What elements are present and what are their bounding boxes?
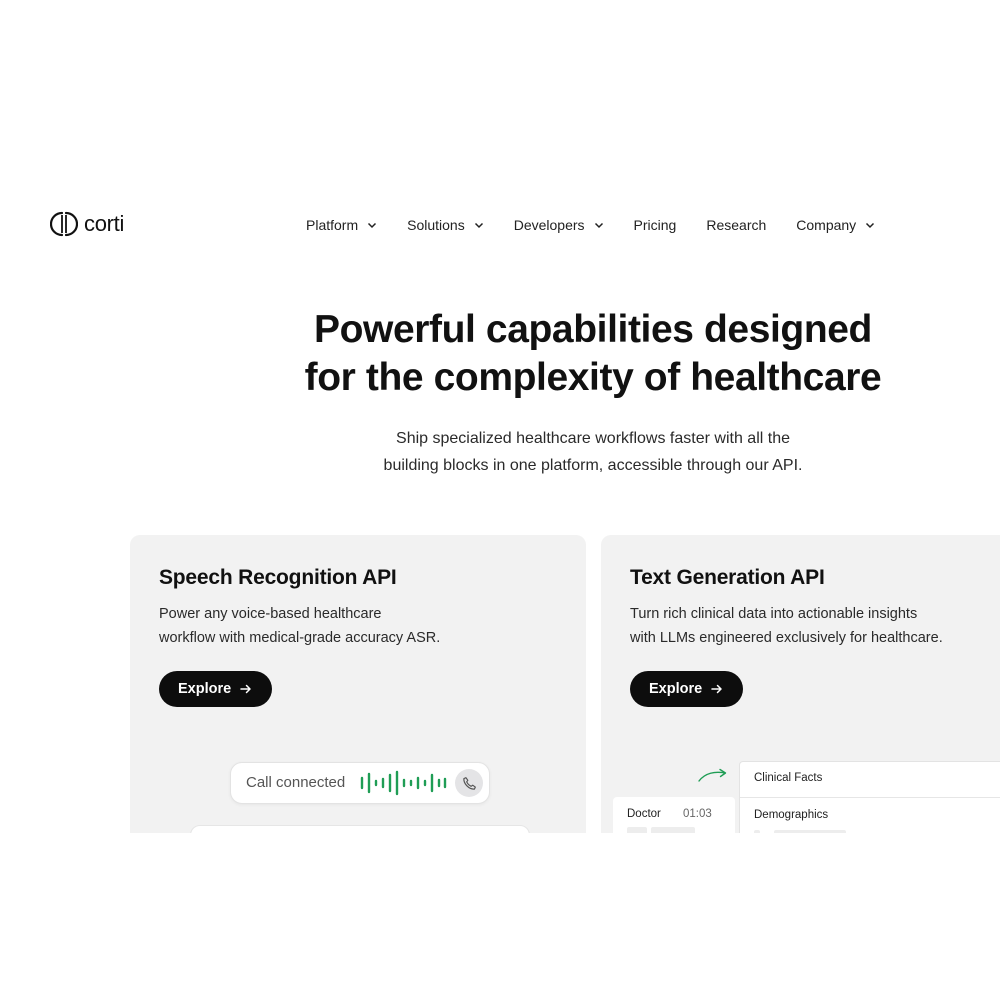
- transcript-card-preview: [190, 825, 530, 833]
- explore-button-label: Explore: [649, 681, 703, 697]
- page-subtitle-line-1: Ship specialized healthcare workflows fa…: [396, 430, 790, 447]
- main-nav: Platform Solutions Developers Pricing Re…: [306, 214, 875, 236]
- explore-button[interactable]: Explore: [159, 671, 273, 707]
- nav-item-company[interactable]: Company: [796, 214, 875, 236]
- speaker-label: Doctor: [627, 808, 661, 820]
- nav-label: Research: [706, 217, 767, 233]
- demographics-label: Demographics: [754, 809, 829, 821]
- text-placeholder: [651, 827, 695, 833]
- chevron-down-icon: [866, 222, 875, 229]
- card-description-line-2: with LLMs engineered exclusively for hea…: [630, 630, 943, 646]
- page-subtitle-line-2: building blocks in one platform, accessi…: [383, 457, 803, 474]
- speaker-timestamp: 01:03: [683, 808, 712, 820]
- nav-label: Platform: [306, 217, 359, 233]
- card-description: Power any voice-based healthcare workflo…: [159, 602, 519, 650]
- clinical-facts-heading: Clinical Facts: [754, 772, 823, 784]
- card-description-line-2: workflow with medical-grade accuracy ASR…: [159, 630, 441, 646]
- nav-label: Solutions: [407, 217, 465, 233]
- call-button[interactable]: [455, 769, 483, 797]
- explore-button-label: Explore: [178, 681, 232, 697]
- corti-logo-icon: [50, 211, 78, 237]
- explore-button[interactable]: Explore: [630, 671, 744, 707]
- text-placeholder: [627, 827, 647, 833]
- clinical-facts-panel: Clinical Facts Demographics: [739, 761, 1000, 833]
- brand-name: corti: [84, 211, 125, 236]
- nav-item-research[interactable]: Research: [706, 214, 766, 236]
- curved-arrow-icon: [698, 768, 727, 782]
- page-subtitle: Ship specialized healthcare workflows fa…: [340, 425, 846, 479]
- nav-item-pricing[interactable]: Pricing: [634, 214, 677, 236]
- nav-item-solutions[interactable]: Solutions: [407, 214, 484, 236]
- call-status-text: Call connected: [246, 774, 346, 791]
- text-placeholder: [774, 830, 846, 833]
- card-description-line-1: Turn rich clinical data into actionable …: [630, 606, 918, 622]
- feature-card-text-generation: Text Generation API Turn rich clinical d…: [601, 535, 1000, 833]
- audio-waveform-icon: [360, 770, 447, 796]
- page-title: Powerful capabilities designed for the c…: [200, 306, 986, 402]
- nav-label: Pricing: [633, 217, 677, 233]
- chevron-down-icon: [594, 222, 603, 229]
- nav-label: Company: [796, 217, 857, 233]
- brand-logo[interactable]: corti: [50, 210, 124, 238]
- call-status-pill: Call connected: [230, 762, 490, 804]
- card-description-line-1: Power any voice-based healthcare: [159, 606, 382, 622]
- phone-icon: [462, 776, 476, 790]
- nav-item-platform[interactable]: Platform: [306, 214, 377, 236]
- arrow-right-icon: [711, 684, 722, 694]
- card-description: Turn rich clinical data into actionable …: [630, 602, 990, 650]
- nav-item-developers[interactable]: Developers: [514, 214, 604, 236]
- card-title: Speech Recognition API: [159, 566, 397, 589]
- arrow-right-icon: [240, 684, 251, 694]
- transcript-panel: Doctor 01:03: [613, 797, 735, 833]
- chevron-down-icon: [368, 222, 377, 229]
- feature-card-speech-recognition: Speech Recognition API Power any voice-b…: [130, 535, 586, 833]
- card-title: Text Generation API: [630, 566, 825, 589]
- chevron-down-icon: [474, 222, 483, 229]
- text-placeholder: [754, 830, 760, 833]
- divider: [740, 797, 1000, 798]
- page-title-line-2: for the complexity of healthcare: [304, 356, 882, 399]
- nav-label: Developers: [513, 217, 585, 233]
- page-title-line-1: Powerful capabilities designed: [314, 308, 872, 351]
